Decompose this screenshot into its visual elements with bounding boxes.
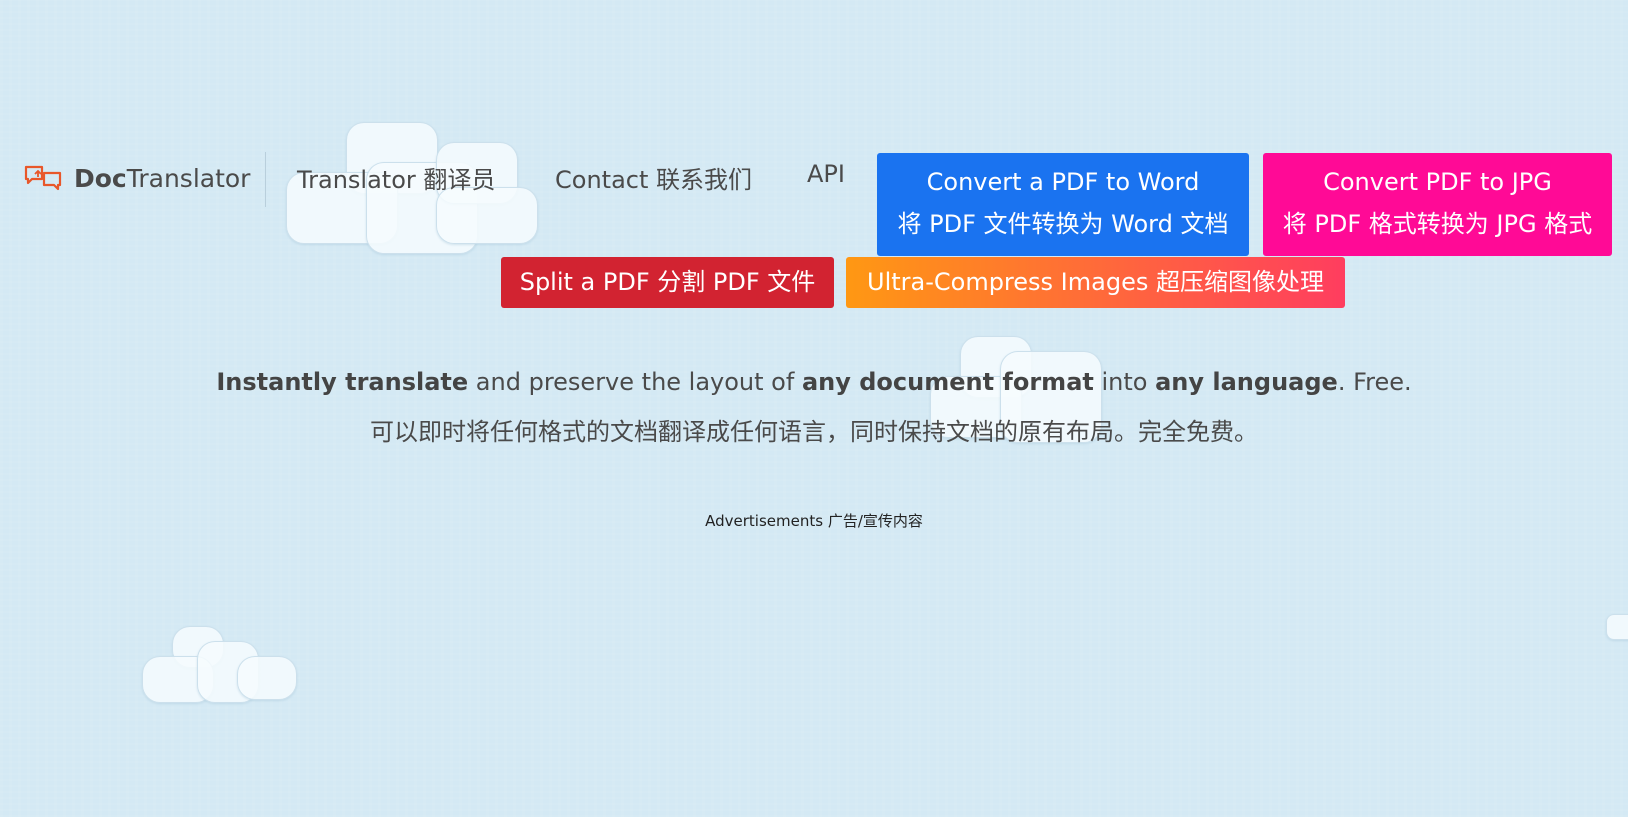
nav-api[interactable]: API [807,160,845,188]
split-pdf-button[interactable]: Split a PDF 分割 PDF 文件 [501,257,834,308]
pdf-to-jpg-label: Convert PDF to JPG [1323,168,1552,196]
cloud-decoration [142,626,297,711]
pdf-to-jpg-sublabel: 将 PDF 格式转换为 JPG 格式 [1282,210,1593,238]
tagline-chinese: 可以即时将任何格式的文档翻译成任何语言，同时保持文档的原有布局。完全免费。 [370,418,1258,446]
nav-translator[interactable]: Translator 翻译员 [297,160,495,195]
logo-text: DocTranslator [74,163,251,193]
pdf-to-jpg-button[interactable]: Convert PDF to JPG 将 PDF 格式转换为 JPG 格式 [1263,153,1612,256]
advertisements-label: Advertisements 广告/宣传内容 [705,512,923,530]
cloud-decoration [1606,614,1628,640]
background [0,0,1628,817]
speech-bubbles-icon [24,165,62,191]
site-logo[interactable]: DocTranslator [24,156,250,200]
logo-divider [265,152,266,207]
pdf-to-word-button[interactable]: Convert a PDF to Word 将 PDF 文件转换为 Word 文… [877,153,1249,256]
nav-contact[interactable]: Contact 联系我们 [555,160,752,195]
pdf-to-word-sublabel: 将 PDF 文件转换为 Word 文档 [897,210,1229,238]
tagline-english: Instantly translate and preserve the lay… [216,368,1412,396]
pdf-to-word-label: Convert a PDF to Word [926,168,1200,196]
compress-images-button[interactable]: Ultra-Compress Images 超压缩图像处理 [846,257,1345,308]
